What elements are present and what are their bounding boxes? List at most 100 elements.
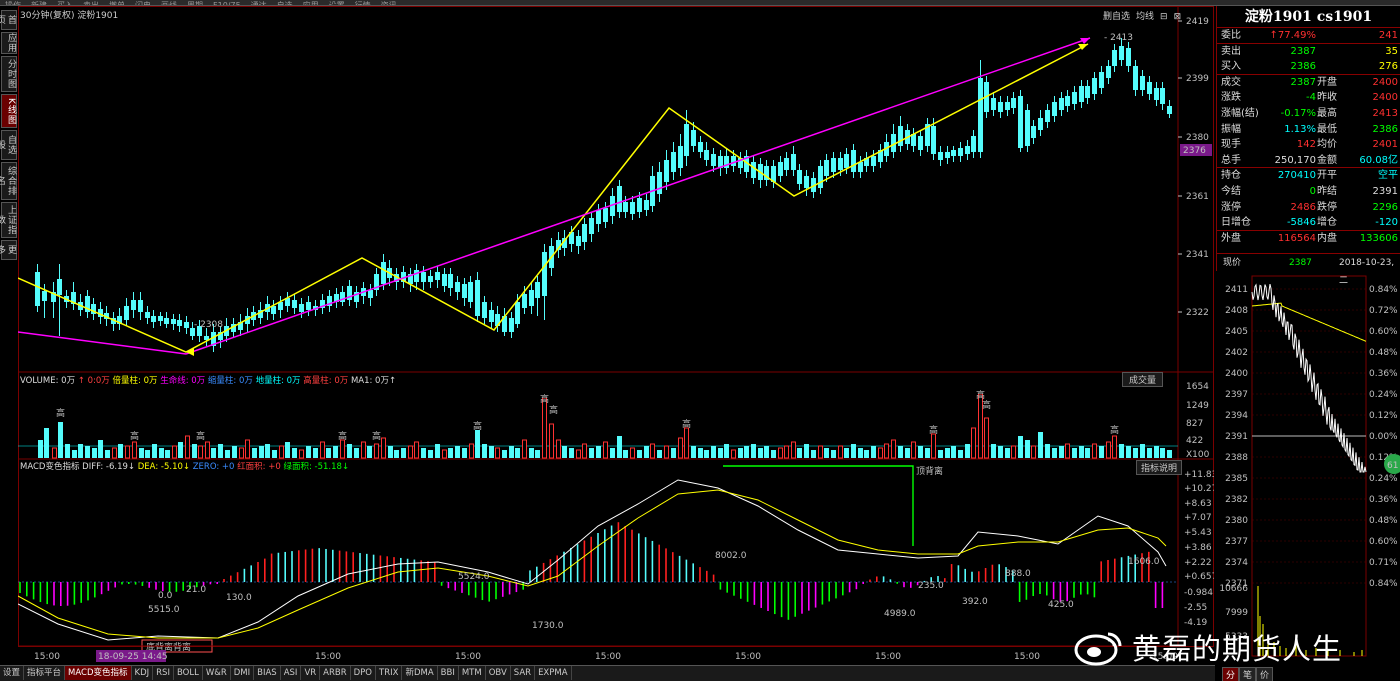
quote-label: 外盘	[1221, 232, 1241, 244]
time-tick-label: 15:00	[1014, 652, 1040, 662]
volume-bar	[489, 446, 494, 458]
intraday-mini-chart[interactable]: 2411 2408 2405 2402 2400 2397 2394 2391 2388 2385…	[1216, 272, 1400, 664]
indicator-tab[interactable]: 新DMA	[402, 666, 438, 680]
volume-bar	[272, 450, 277, 458]
volume-bar	[1031, 445, 1036, 459]
mini-chart-border	[1251, 275, 1367, 657]
chart-tool-button[interactable]: 均线	[1133, 12, 1157, 22]
kline-chart[interactable]: 2419 2399 2380 2361 2341 2322 2376 - 2413 - 2308…	[18, 6, 1214, 664]
indicator-tab[interactable]: RSI	[153, 666, 174, 680]
indicator-tab[interactable]: 指标平台	[24, 666, 66, 680]
chart-tool-button[interactable]: ⊠	[1171, 12, 1185, 22]
candle-body	[489, 310, 494, 322]
detail-tab[interactable]: 分	[1222, 667, 1240, 681]
detail-tab[interactable]: 价	[1256, 667, 1274, 681]
crosshair-time-label: 18-09-25 14:45	[98, 652, 168, 662]
candle-body	[131, 300, 136, 310]
quote-row: 涨停 2486 跌停 2296	[1217, 200, 1400, 216]
indicator-tab[interactable]: ASI	[281, 666, 302, 680]
volume-bar	[361, 441, 366, 459]
indicator-tab[interactable]: BOLL	[174, 666, 203, 680]
volume-bar	[582, 443, 587, 459]
quote-value: -4	[1306, 92, 1316, 104]
volume-bar	[610, 448, 615, 458]
candle-body	[684, 124, 689, 156]
indicator-tab[interactable]: OBV	[486, 666, 511, 680]
volume-bar	[502, 450, 507, 458]
indicator-tab[interactable]: VR	[301, 666, 321, 680]
volume-bar	[388, 446, 393, 458]
chart-tool-button[interactable]: 删自选	[1100, 12, 1133, 22]
indicator-tab[interactable]: TRIX	[376, 666, 403, 680]
candle-body	[1140, 76, 1145, 90]
left-tab-5[interactable]: 综合排名	[0, 162, 17, 200]
candle-body	[671, 152, 676, 172]
volume-bar	[394, 450, 399, 458]
left-tab-3[interactable]: K线图	[1, 94, 17, 128]
left-tab-0[interactable]: 首页	[0, 10, 17, 30]
candle-body	[576, 236, 581, 246]
volume-bar	[898, 446, 903, 458]
volume-bar	[92, 448, 97, 458]
indicator-tab[interactable]: EXPMA	[535, 666, 572, 680]
volume-bar	[698, 448, 703, 458]
volume-bar	[1005, 448, 1010, 458]
quote-row: 外盘 116564 内盘 133606	[1217, 231, 1400, 247]
chart-tool-button[interactable]: ⊟	[1157, 12, 1171, 22]
volume-bar	[1160, 448, 1165, 458]
quote-value: 133606	[1359, 232, 1398, 244]
indicator-tab[interactable]: BIAS	[254, 666, 281, 680]
volume-button[interactable]: 成交量	[1122, 372, 1164, 387]
mini-price-label: 现价	[1223, 258, 1242, 268]
candle-body	[1079, 86, 1084, 102]
volume-bar	[771, 450, 776, 458]
mini-left-tick: 2382	[1225, 495, 1248, 505]
mini-badge-label: 61	[1387, 461, 1398, 471]
volume-bar	[105, 450, 110, 458]
indicator-tab[interactable]: 设置	[0, 666, 25, 680]
volume-bar	[831, 450, 836, 458]
volume-bar	[684, 427, 689, 459]
high-volume-marker: 高	[982, 399, 991, 411]
time-tick-label: 15:00	[455, 652, 481, 662]
candle-body	[1112, 50, 1117, 66]
indicator-tab[interactable]: DPO	[351, 666, 377, 680]
macd-tick-label: +7.07	[1184, 513, 1212, 523]
volume-bar	[931, 433, 936, 459]
left-tab-1[interactable]: 应用	[1, 32, 17, 54]
volume-bar	[1092, 443, 1097, 459]
mini-left-tick: 2402	[1225, 348, 1248, 358]
mini-left-tick: 2400	[1225, 369, 1248, 379]
volume-bar	[851, 444, 856, 458]
volume-legend-item: 缩量柱: 0万	[207, 376, 256, 386]
macd-area-annotation: 21.0	[186, 585, 206, 595]
volume-bar	[185, 435, 190, 459]
volume-bar	[965, 444, 970, 458]
candle-body	[1052, 102, 1057, 116]
volume-bar	[225, 450, 230, 458]
left-tab-2[interactable]: 分时图	[1, 56, 17, 92]
candle-body	[542, 252, 547, 296]
indicator-tab[interactable]: SAR	[511, 666, 536, 680]
indicator-tab[interactable]: W&R	[203, 666, 231, 680]
indicator-tab[interactable]: ARBR	[320, 666, 351, 680]
volume-bar	[1099, 446, 1104, 458]
indicator-tab[interactable]: DMI	[231, 666, 255, 680]
candle-body	[778, 162, 783, 176]
candle-body	[1025, 110, 1030, 146]
detail-tab[interactable]: 笔	[1239, 667, 1257, 681]
left-tab-4[interactable]: 自选股	[0, 130, 17, 160]
volume-bar	[306, 446, 311, 458]
indicator-tab[interactable]: KDJ	[132, 666, 154, 680]
indicator-tab[interactable]: BBI	[438, 666, 459, 680]
left-tab-6[interactable]: 上证指数	[0, 202, 17, 238]
volume-bar	[259, 446, 264, 458]
indicator-tab[interactable]: MACD变色指标	[65, 666, 132, 680]
candle-body	[991, 98, 996, 110]
volume-bar	[211, 448, 216, 458]
quote-row: 总手 250,170 金额 60.08亿	[1217, 153, 1400, 169]
indicator-tab[interactable]: MTM	[459, 666, 486, 680]
indicator-help-button[interactable]: 指标说明	[1136, 460, 1183, 475]
mini-left-tick: 2385	[1225, 474, 1248, 484]
left-tab-7[interactable]: 更多	[0, 240, 17, 260]
